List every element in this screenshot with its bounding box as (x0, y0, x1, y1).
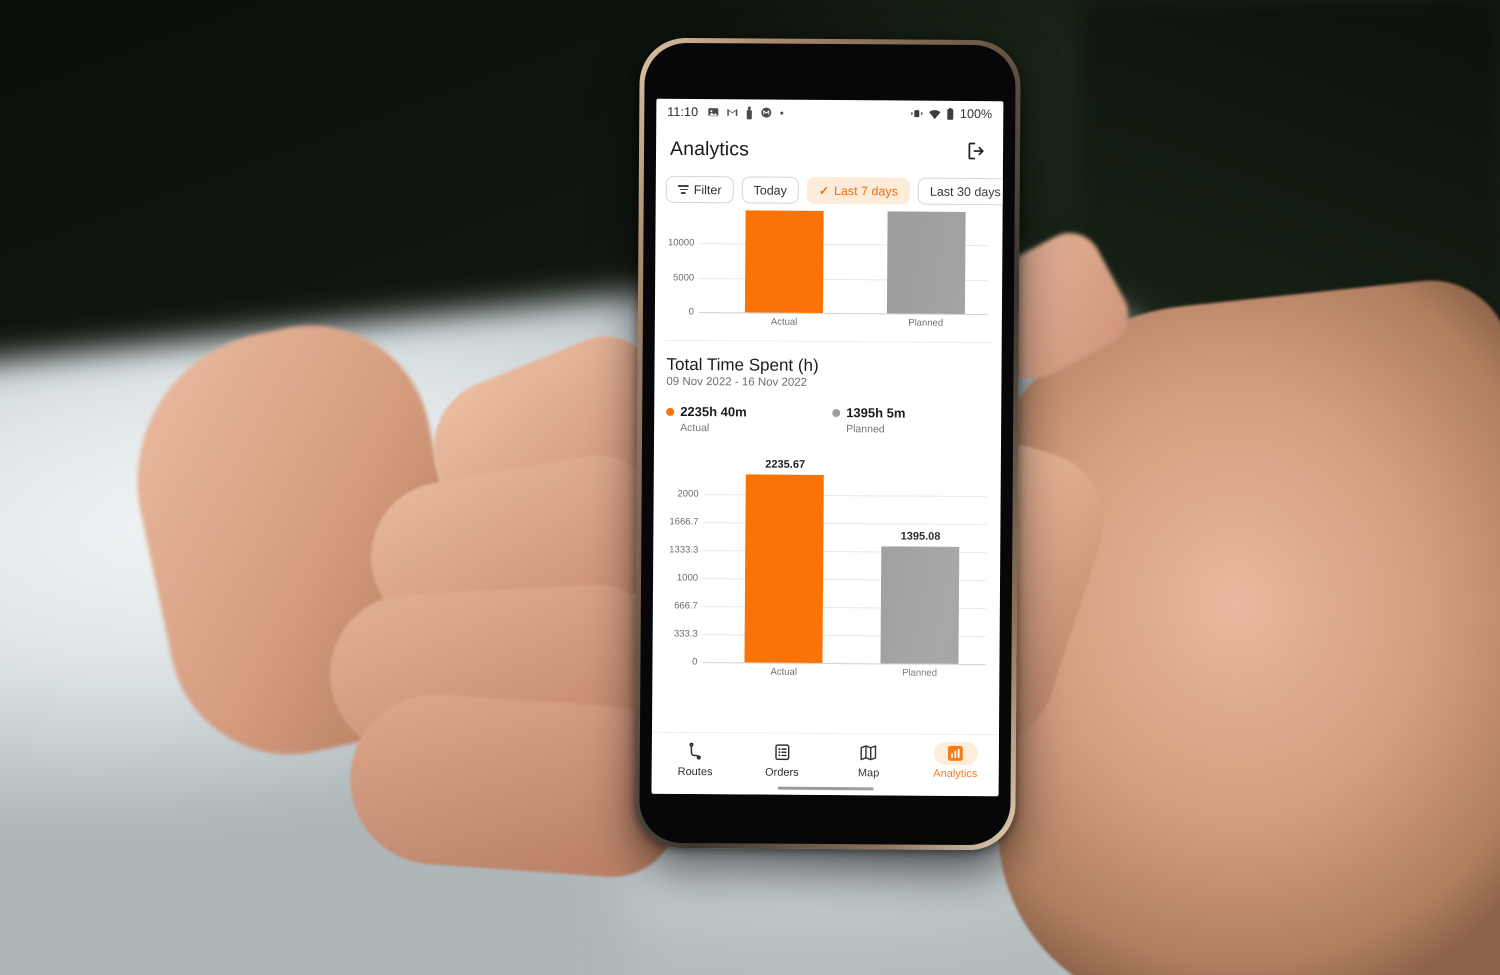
chip-last-30-days-label: Last 30 days (929, 184, 1001, 199)
chart-ttl-plot: 2000 1666.7 1333.3 1000 666.7 333.3 0 22… (669, 459, 987, 679)
filter-chips-row[interactable]: Filter Today ✓ Last 7 days Last 30 days … (656, 173, 1003, 212)
nav-icon-orders-wrap (760, 741, 804, 764)
ytick-label: 666.7 (674, 600, 698, 612)
status-bar-time: 11:10 (667, 104, 699, 120)
chip-last-30-days[interactable]: Last 30 days (917, 177, 1003, 206)
ytick-label: 5000 (672, 272, 695, 284)
ytick-label: 0 (692, 656, 698, 668)
battery-percent: 100% (959, 106, 993, 122)
nav-item-analytics[interactable]: Analytics (912, 741, 999, 781)
chart-top-plot: 15000 10000 5000 0 Actual Planned (668, 209, 989, 329)
bar-planned[interactable]: 1395.08 Planned (880, 531, 960, 679)
filter-button[interactable]: Filter (665, 175, 734, 204)
nav-icon-map-wrap (847, 741, 891, 764)
filter-button-label: Filter (693, 182, 722, 197)
card-divider (664, 339, 992, 344)
nav-item-map[interactable]: Map (825, 741, 912, 780)
ytick-label: 2000 (677, 488, 699, 500)
status-bar-spacer (784, 113, 910, 114)
nav-label-orders: Orders (764, 766, 799, 779)
nav-item-orders[interactable]: Orders (738, 740, 825, 779)
bar-value-actual: 2235.67 (765, 458, 806, 471)
legend-value-actual: 2235h 40m (680, 403, 747, 420)
nav-item-routes[interactable]: Routes (652, 740, 739, 779)
chip-today-label: Today (753, 182, 787, 198)
app-bar: Analytics (656, 125, 1003, 175)
gmail-icon (726, 106, 738, 118)
logout-icon (966, 141, 986, 161)
legend-dot-planned-icon (832, 409, 841, 418)
chart-legend: 2235h 40m Actual 1395h 5m Planned (666, 403, 991, 436)
bar-actual[interactable]: Actual (745, 209, 824, 328)
vibrate-icon (910, 108, 923, 120)
legend-dot-actual-icon (666, 407, 675, 416)
section-title: Total Time Spent (h) (666, 354, 819, 375)
phone-device: 11:10 100% Analytics Filter Today ✓ Last… (634, 37, 1021, 851)
status-bar-right-icons: 100% (910, 106, 993, 122)
analytics-scroll-content[interactable]: 15000 10000 5000 0 Actual Planned (652, 209, 1003, 734)
ytick-label: 1333.3 (669, 544, 699, 556)
check-icon: ✓ (818, 183, 830, 198)
legend-name-actual: Actual (680, 421, 710, 435)
nav-icon-analytics-wrap (933, 741, 978, 766)
analytics-icon (947, 745, 964, 762)
circle-m-icon (760, 107, 772, 119)
bottom-navigation: Routes Orders Map Analytics (651, 731, 999, 797)
chip-today[interactable]: Today (741, 176, 800, 204)
nav-label-map: Map (857, 767, 880, 780)
chart-ttl-bars: 2235.67 Actual 1395.08 Planned (702, 459, 986, 679)
more-dot-icon (779, 110, 784, 115)
image-icon (707, 106, 719, 118)
nav-label-analytics: Analytics (933, 767, 978, 781)
ytick-label: 1000 (676, 572, 699, 584)
legend-item-actual: 2235h 40m Actual (666, 403, 832, 435)
bar-category-label: Planned (902, 667, 938, 679)
chart-top: 15000 10000 5000 0 Actual Planned (665, 209, 993, 329)
top-chart-card: 15000 10000 5000 0 Actual Planned (655, 209, 1003, 344)
map-icon (859, 743, 878, 762)
status-bar: 11:10 100% (656, 99, 1003, 127)
status-bar-left-icons (707, 105, 784, 120)
home-indicator[interactable] (777, 786, 874, 791)
nav-icon-routes-wrap (673, 740, 717, 763)
section-date-range: 09 Nov 2022 - 16 Nov 2022 (666, 375, 808, 389)
chip-last-7-days[interactable]: ✓ Last 7 days (806, 176, 911, 205)
routes-icon (686, 742, 705, 761)
ytick-label: 333.3 (673, 628, 698, 640)
legend-item-planned: 1395h 5m Planned (832, 404, 906, 436)
bar-actual[interactable]: 2235.67 Actual (744, 459, 825, 678)
bar-category-label: Planned (908, 317, 944, 329)
logout-button[interactable] (963, 138, 989, 164)
orders-icon (772, 743, 791, 762)
phone-screen: 11:10 100% Analytics Filter Today ✓ Last… (651, 98, 1004, 797)
ytick-label: 0 (688, 306, 694, 318)
filter-icon (677, 185, 689, 194)
chart-top-bars: Actual Planned (699, 209, 989, 329)
bar-value-planned: 1395.08 (900, 530, 941, 543)
chip-last-7-days-label: Last 7 days (833, 183, 898, 198)
vertical-badge-icon (745, 105, 753, 119)
battery-icon (946, 107, 954, 120)
wifi-icon (928, 108, 941, 119)
nav-label-routes: Routes (677, 765, 713, 779)
legend-value-planned: 1395h 5m (846, 405, 906, 421)
legend-name-planned: Planned (846, 423, 885, 436)
bar-category-label: Actual (770, 316, 798, 328)
ytick-label: 1666.7 (669, 516, 699, 528)
page-title: Analytics (669, 137, 750, 160)
bar-category-label: Actual (770, 666, 797, 678)
total-time-spent-card: Total Time Spent (h) 09 Nov 2022 - 16 No… (652, 354, 1001, 679)
chart-total-time-spent: 2000 1666.7 1333.3 1000 666.7 333.3 0 22… (662, 459, 990, 679)
bar-planned[interactable]: Planned (886, 209, 966, 329)
ytick-label: 10000 (667, 237, 695, 249)
